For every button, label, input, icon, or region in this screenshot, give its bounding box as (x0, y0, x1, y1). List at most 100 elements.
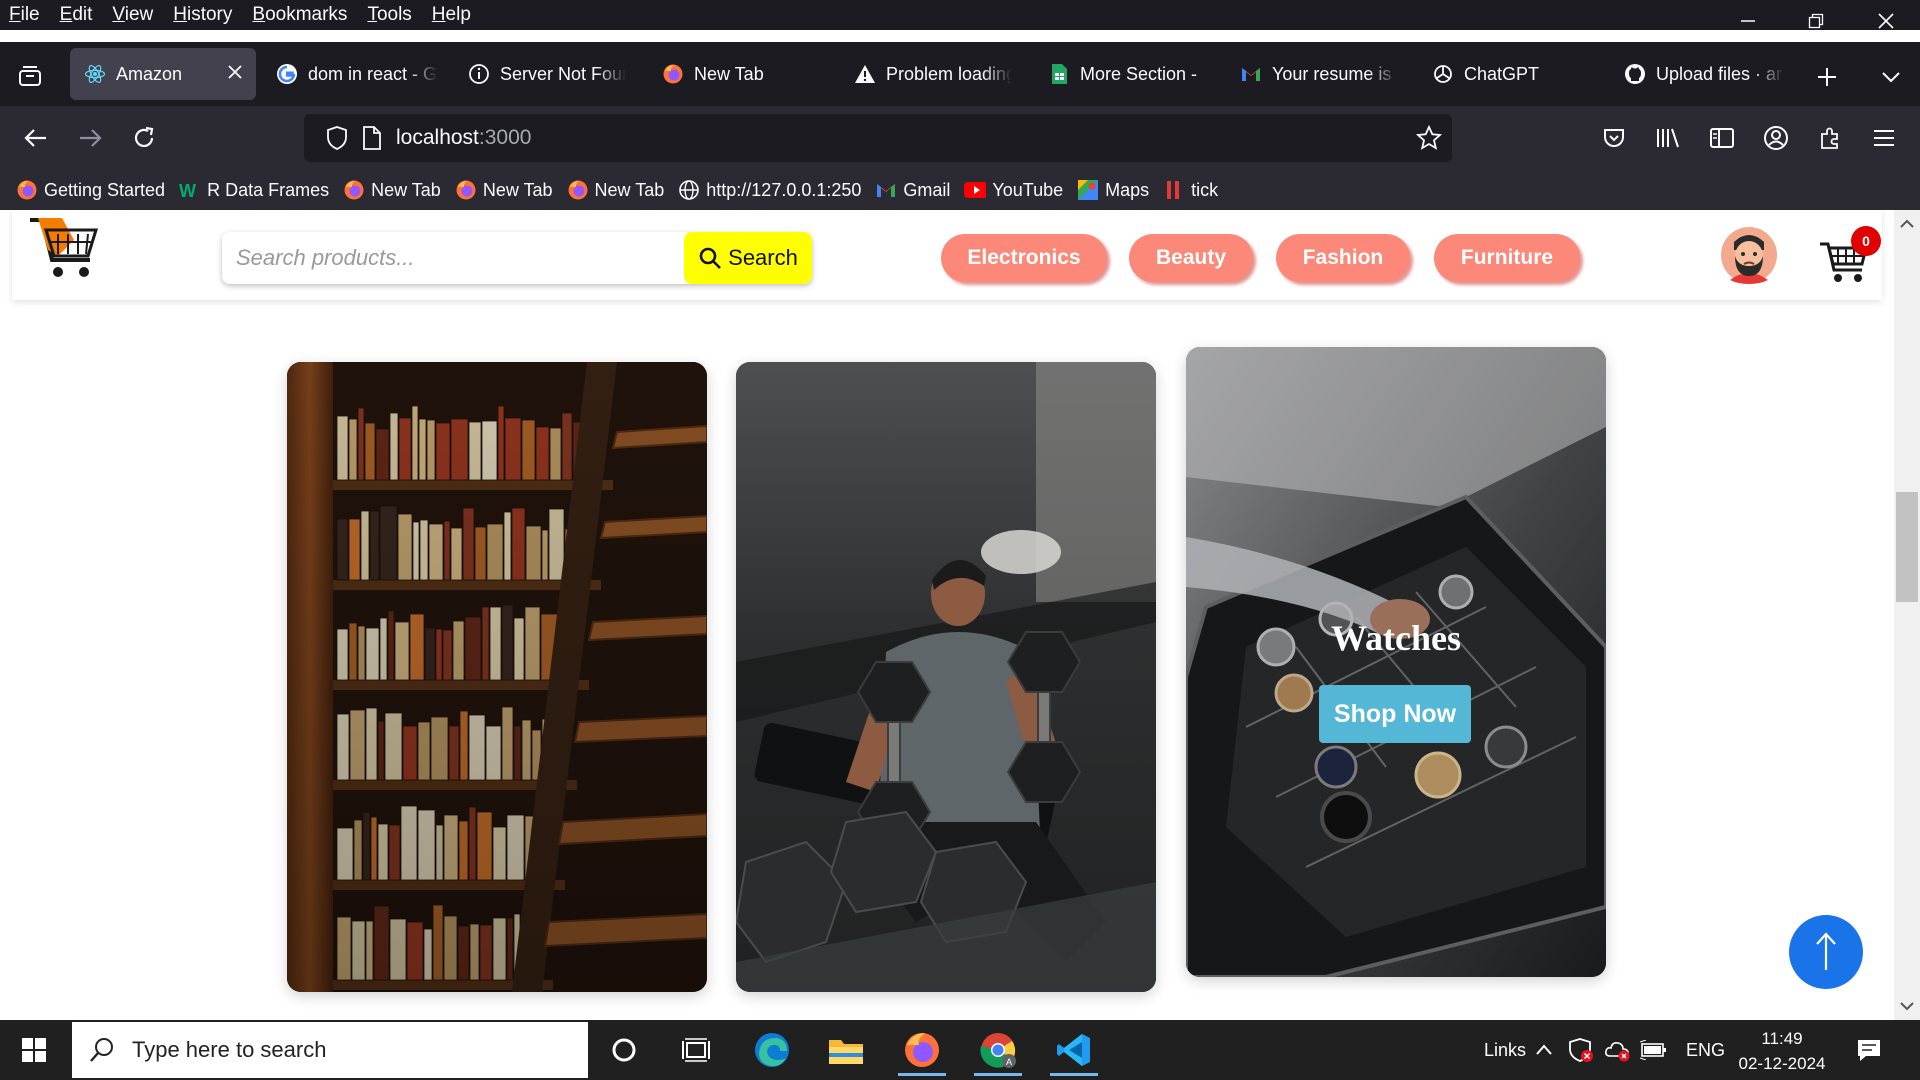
taskbar-firefox[interactable] (892, 1024, 952, 1076)
bookmark-tick[interactable]: tick (1163, 179, 1218, 201)
chevron-up-icon[interactable] (1894, 214, 1920, 234)
watch-box-image (1186, 347, 1606, 977)
tray-onedrive[interactable] (1604, 1020, 1632, 1080)
menu-file[interactable]: File (0, 4, 50, 26)
tab-new-tab[interactable]: New Tab (662, 48, 812, 100)
taskbar-search[interactable]: Type here to search (72, 1022, 588, 1078)
clock-time: 11:49 (1761, 1029, 1803, 1048)
chrome-icon: A (980, 1033, 1016, 1068)
menu-edit[interactable]: Edit (50, 4, 103, 26)
category-electronics[interactable]: Electronics (941, 234, 1107, 282)
menu-history[interactable]: History (163, 4, 242, 26)
menu-bar: File Edit View History Bookmarks Tools H… (0, 0, 1920, 30)
bookmark-star-icon[interactable] (1415, 124, 1443, 156)
bookmark-youtube[interactable]: YouTube (964, 179, 1063, 201)
user-avatar[interactable] (1720, 226, 1778, 284)
tray-overflow-button[interactable] (1534, 1020, 1554, 1080)
action-center-button[interactable] (1856, 1020, 1882, 1080)
bookmark-new-tab-1[interactable]: New Tab (343, 179, 441, 201)
gym-photo-image (736, 362, 1156, 992)
tray-links[interactable]: Links (1484, 1020, 1526, 1080)
new-tab-button[interactable] (1812, 62, 1842, 92)
tab-amazon[interactable]: Amazon (70, 48, 256, 100)
tray-language[interactable]: ENG (1686, 1020, 1725, 1080)
tab-your-resume[interactable]: Your resume is (1240, 48, 1398, 100)
shop-now-button[interactable]: Shop Now (1319, 685, 1471, 743)
product-search: Search (222, 232, 812, 284)
bookmark-gmail[interactable]: Gmail (875, 179, 950, 201)
minimize-icon (1741, 20, 1755, 22)
bookmark-getting-started[interactable]: Getting Started (16, 179, 165, 201)
shop-cart-logo[interactable] (28, 216, 104, 288)
tray-security[interactable] (1568, 1020, 1594, 1080)
pocket-button[interactable] (1596, 120, 1632, 156)
cortana-button[interactable] (594, 1024, 654, 1076)
category-beauty[interactable]: Beauty (1129, 234, 1253, 282)
plus-icon (1818, 68, 1836, 86)
taskbar-vscode[interactable] (1044, 1024, 1104, 1076)
taskbar-clock[interactable]: 11:49 02-12-2024 (1730, 1026, 1834, 1076)
hamburger-icon (1874, 130, 1894, 146)
product-card-fitness[interactable] (736, 362, 1156, 992)
close-tab-icon[interactable] (226, 63, 244, 86)
menu-tools[interactable]: Tools (357, 4, 421, 26)
category-furniture[interactable]: Furniture (1434, 234, 1580, 282)
forward-button[interactable] (72, 120, 108, 156)
bookmark-label: Getting Started (44, 179, 166, 200)
menu-bookmarks[interactable]: Bookmarks (242, 4, 357, 26)
tab-more-section[interactable]: More Section - (1048, 48, 1204, 100)
page-icon[interactable] (362, 126, 382, 155)
category-fashion[interactable]: Fashion (1276, 234, 1410, 282)
url-text[interactable]: localhost:3000 (396, 126, 531, 150)
bookmark-new-tab-3[interactable]: New Tab (567, 179, 665, 201)
bookmark-localhost-250[interactable]: http://127.0.0.1:250 (678, 179, 861, 201)
gmail-icon (1240, 63, 1262, 85)
taskbar-file-explorer[interactable] (816, 1024, 876, 1076)
scrollbar-thumb[interactable] (1896, 492, 1918, 602)
menu-help[interactable]: Help (422, 4, 481, 26)
react-icon (84, 63, 106, 85)
account-button[interactable] (1758, 120, 1794, 156)
url-host: localhost (396, 126, 479, 149)
bookmark-maps[interactable]: Maps (1077, 179, 1149, 201)
taskbar-edge[interactable] (742, 1024, 802, 1076)
search-button[interactable]: Search (684, 232, 812, 284)
reload-button[interactable] (126, 120, 162, 156)
task-view-button[interactable] (666, 1024, 726, 1076)
bookmarks-toolbar: Getting Started W R Data Frames New Tab … (0, 170, 1920, 210)
tab-chatgpt[interactable]: ChatGPT (1432, 48, 1562, 100)
info-icon (468, 63, 490, 85)
restore-button[interactable] (1782, 0, 1850, 42)
bookmark-r-data-frames[interactable]: W R Data Frames (179, 179, 329, 201)
bookmark-label: New Tab (594, 179, 665, 200)
url-bar[interactable]: localhost:3000 (304, 114, 1452, 162)
product-card-books[interactable] (287, 362, 707, 992)
close-window-button[interactable] (1852, 0, 1920, 42)
taskbar-chrome[interactable]: A (968, 1024, 1028, 1076)
tab-dom-in-react[interactable]: dom in react - G (276, 48, 438, 100)
search-input[interactable] (236, 244, 666, 272)
list-all-tabs-button[interactable] (1876, 62, 1906, 92)
edge-icon (755, 1033, 789, 1067)
extensions-button[interactable] (1812, 120, 1848, 156)
bookmark-new-tab-2[interactable]: New Tab (455, 179, 553, 201)
tray-battery[interactable] (1640, 1020, 1668, 1080)
tab-upload-files[interactable]: Upload files · ar (1624, 48, 1784, 100)
app-menu-button[interactable] (1866, 120, 1902, 156)
tab-server-not-found[interactable]: Server Not Found (468, 48, 626, 100)
back-button[interactable] (18, 120, 54, 156)
sidebar-button[interactable] (1704, 120, 1740, 156)
firefox-view-button[interactable] (14, 60, 46, 92)
pocket-icon (1604, 129, 1624, 147)
tracking-shield-icon[interactable] (326, 126, 348, 155)
page-scrollbar[interactable] (1894, 210, 1920, 1020)
chevron-down-icon[interactable] (1894, 996, 1920, 1016)
library-button[interactable] (1650, 120, 1686, 156)
tab-problem-loading[interactable]: Problem loading (854, 48, 1012, 100)
puzzle-icon (1821, 127, 1838, 149)
start-button[interactable] (14, 1034, 54, 1066)
product-card-watches[interactable]: Watches Shop Now (1186, 347, 1606, 977)
scroll-to-top-button[interactable] (1789, 915, 1863, 989)
menu-view[interactable]: View (102, 4, 163, 26)
minimize-button[interactable] (1714, 0, 1782, 42)
